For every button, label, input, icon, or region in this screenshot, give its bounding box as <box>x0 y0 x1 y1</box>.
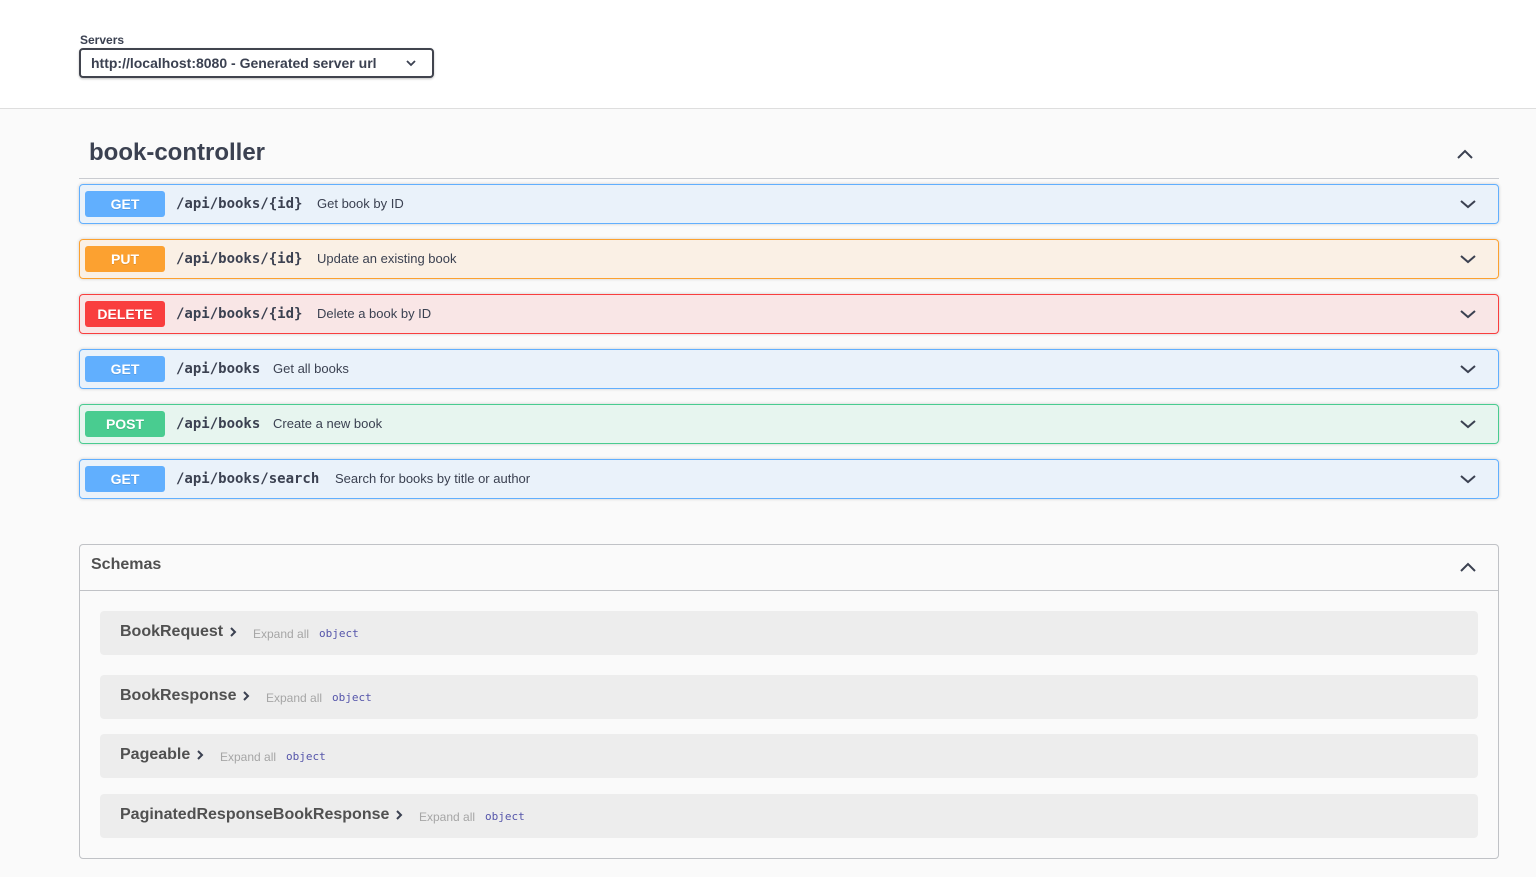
chevron-right-icon <box>230 627 237 637</box>
chevron-up-icon[interactable] <box>1458 557 1478 577</box>
operation-get-all-books[interactable]: GET /api/books Get all books <box>79 349 1499 389</box>
schema-model-paginatedresponsebookresponse[interactable]: PaginatedResponseBookResponse Expand all… <box>100 794 1478 838</box>
model-name-text: Pageable <box>120 746 191 763</box>
chevron-right-icon <box>396 810 403 820</box>
operation-path: /api/books <box>176 361 261 377</box>
servers-bar: Servers http://localhost:8080 - Generate… <box>0 0 1536 109</box>
operation-summary: Delete a book by ID <box>317 306 432 321</box>
operation-path: /api/books <box>176 416 261 432</box>
model-name-text: BookRequest <box>120 623 224 640</box>
method-badge: GET <box>85 191 165 217</box>
operation-path: /api/books/{id} <box>176 306 303 322</box>
model-name[interactable]: BookResponse <box>120 687 251 705</box>
operation-summary: Update an existing book <box>317 251 457 266</box>
chevron-right-icon <box>243 691 250 701</box>
schemas-header[interactable]: Schemas <box>80 545 1498 591</box>
operation-summary: Get book by ID <box>317 196 404 211</box>
method-badge: DELETE <box>85 301 165 327</box>
chevron-down-icon <box>406 60 416 67</box>
method-badge: PUT <box>85 246 165 272</box>
expand-all-link[interactable]: Expand all <box>220 750 276 764</box>
model-name[interactable]: PaginatedResponseBookResponse <box>120 806 404 824</box>
schema-model-bookresponse[interactable]: BookResponse Expand all object <box>100 675 1478 719</box>
schema-model-pageable[interactable]: Pageable Expand all object <box>100 734 1478 778</box>
chevron-down-icon[interactable] <box>1458 304 1478 324</box>
model-type: object <box>319 627 359 640</box>
model-type: object <box>485 810 525 823</box>
chevron-down-icon[interactable] <box>1458 249 1478 269</box>
model-name-text: BookResponse <box>120 687 237 704</box>
operation-path: /api/books/{id} <box>176 196 303 212</box>
model-name[interactable]: BookRequest <box>120 623 238 641</box>
expand-all-link[interactable]: Expand all <box>253 627 309 641</box>
operation-summary: Get all books <box>273 361 349 376</box>
chevron-down-icon[interactable] <box>1458 414 1478 434</box>
tag-title: book-controller <box>89 139 266 166</box>
chevron-right-icon <box>197 750 204 760</box>
model-type: object <box>332 691 372 704</box>
expand-all-link[interactable]: Expand all <box>266 691 322 705</box>
servers-label: Servers <box>80 33 125 47</box>
schemas-title: Schemas <box>91 556 162 573</box>
chevron-down-icon[interactable] <box>1458 469 1478 489</box>
main-content: book-controller GET /api/books/{id} Get … <box>0 110 1536 877</box>
tag-section-header[interactable]: book-controller <box>79 130 1499 179</box>
server-select-value: http://localhost:8080 - Generated server… <box>91 55 377 71</box>
schemas-section: Schemas BookRequest Expand all object Bo… <box>79 544 1499 859</box>
operation-delete-book[interactable]: DELETE /api/books/{id} Delete a book by … <box>79 294 1499 334</box>
operation-path: /api/books/search <box>176 471 320 487</box>
chevron-up-icon[interactable] <box>1455 144 1475 164</box>
operation-update-book[interactable]: PUT /api/books/{id} Update an existing b… <box>79 239 1499 279</box>
operation-summary: Search for books by title or author <box>335 471 531 486</box>
operation-create-book[interactable]: POST /api/books Create a new book <box>79 404 1499 444</box>
expand-all-link[interactable]: Expand all <box>419 810 475 824</box>
server-select[interactable]: http://localhost:8080 - Generated server… <box>79 48 434 78</box>
chevron-down-icon[interactable] <box>1458 194 1478 214</box>
schema-model-bookrequest[interactable]: BookRequest Expand all object <box>100 611 1478 655</box>
operation-summary: Create a new book <box>273 416 383 431</box>
operation-search-books[interactable]: GET /api/books/search Search for books b… <box>79 459 1499 499</box>
chevron-down-icon[interactable] <box>1458 359 1478 379</box>
method-badge: POST <box>85 411 165 437</box>
operation-get-book-by-id[interactable]: GET /api/books/{id} Get book by ID <box>79 184 1499 224</box>
model-name[interactable]: Pageable <box>120 746 205 764</box>
model-type: object <box>286 750 326 763</box>
model-name-text: PaginatedResponseBookResponse <box>120 806 390 823</box>
operation-path: /api/books/{id} <box>176 251 303 267</box>
method-badge: GET <box>85 356 165 382</box>
method-badge: GET <box>85 466 165 492</box>
